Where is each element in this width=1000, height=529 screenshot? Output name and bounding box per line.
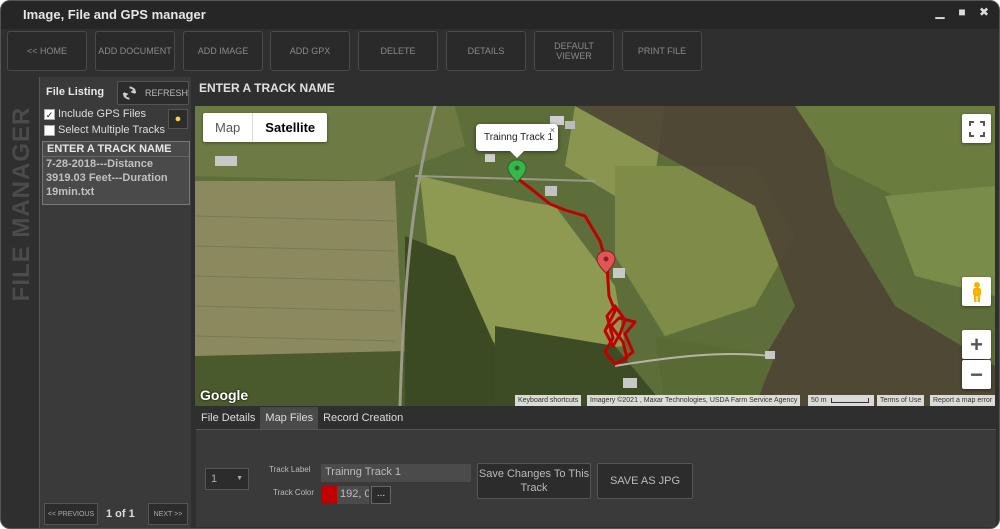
- info-close-icon[interactable]: ×: [550, 125, 555, 135]
- track-color-caption: Track Color: [273, 488, 315, 497]
- home-button[interactable]: << HOME: [7, 31, 87, 71]
- file-listing-sidebar: File Listing REFRESH ✓ Include GPS Files…: [39, 77, 192, 528]
- tab-record-creation[interactable]: Record Creation: [318, 407, 409, 429]
- track-color-swatch[interactable]: [321, 486, 337, 504]
- refresh-button[interactable]: REFRESH: [117, 81, 189, 105]
- save-changes-label-line2: Track: [520, 482, 548, 494]
- map-files-panel: 1 ▼ Track Label Trainng Track 1 Track Co…: [196, 429, 996, 527]
- google-logo: Google: [200, 387, 249, 403]
- maximize-icon[interactable]: ■: [953, 5, 971, 19]
- details-tabs: File Details Map Files Record Creation: [196, 407, 409, 429]
- page-select-value: 1: [211, 473, 218, 485]
- tab-file-details[interactable]: File Details: [196, 407, 261, 429]
- map-type-toggle: Map Satellite: [203, 113, 328, 142]
- track-label-caption: Track Label: [269, 465, 311, 474]
- track-info-window: Trainng Track 1 ×: [476, 124, 558, 158]
- select-multiple-label: Select Multiple Tracks: [58, 124, 165, 136]
- default-viewer-button[interactable]: DEFAULT VIEWER: [534, 31, 614, 71]
- details-button[interactable]: DETAILS: [446, 31, 526, 71]
- refresh-icon: [122, 86, 137, 100]
- pager: << PREVIOUS 1 of 1 NEXT >>: [40, 501, 192, 528]
- street-view-pegman-icon[interactable]: [962, 277, 991, 306]
- map-scale-label: 50 m: [811, 397, 827, 404]
- minimize-icon[interactable]: ▁: [931, 5, 949, 19]
- chevron-down-icon: ▼: [236, 475, 243, 482]
- close-icon[interactable]: ✖: [975, 5, 993, 19]
- window-title: Image, File and GPS manager: [23, 7, 206, 22]
- file-listing-title: File Listing: [46, 86, 105, 98]
- page-select[interactable]: 1 ▼: [205, 468, 249, 490]
- save-changes-button[interactable]: Save Changes To This Track: [477, 463, 591, 499]
- title-bar: Image, File and GPS manager ▁ ■ ✖: [1, 1, 999, 29]
- fullscreen-icon[interactable]: [962, 114, 991, 143]
- terms-of-use-link[interactable]: Terms of Use: [877, 395, 925, 406]
- add-document-button[interactable]: ADD DOCUMENT: [95, 31, 175, 71]
- keyboard-shortcuts-link[interactable]: Keyboard shortcuts: [515, 395, 582, 406]
- zoom-in-button[interactable]: +: [962, 330, 991, 359]
- color-picker-button[interactable]: ...: [371, 486, 391, 504]
- file-list-header[interactable]: ENTER A TRACK NAME: [43, 142, 189, 156]
- page-indicator: 1 of 1: [106, 508, 135, 520]
- info-window-text: Trainng Track 1: [484, 132, 554, 143]
- map-imagery[interactable]: [195, 106, 995, 406]
- zoom-out-button[interactable]: −: [962, 360, 991, 389]
- report-map-error-link[interactable]: Report a map error: [930, 395, 995, 406]
- main-panel: ENTER A TRACK NAME Map Satellite Trainng…: [194, 77, 998, 528]
- previous-page-button[interactable]: << PREVIOUS: [44, 503, 98, 525]
- file-manager-side-label: FILE MANAGER: [7, 89, 37, 319]
- track-label-input[interactable]: Trainng Track 1: [321, 464, 471, 482]
- add-gpx-button[interactable]: ADD GPX: [270, 31, 350, 71]
- list-item-line: 19min.txt: [46, 186, 95, 198]
- list-item-line: 7-28-2018---Distance: [46, 158, 153, 170]
- save-as-jpg-button[interactable]: SAVE AS JPG: [597, 463, 693, 499]
- toolbar: << HOME ADD DOCUMENT ADD IMAGE ADD GPX D…: [1, 29, 999, 73]
- tab-map-files[interactable]: Map Files: [260, 407, 319, 429]
- save-changes-label-line1: Save Changes To This: [478, 468, 590, 480]
- refresh-label: REFRESH: [144, 88, 188, 98]
- list-item[interactable]: 7-28-2018---Distance 3919.03 Feet---Dura…: [43, 156, 189, 199]
- map-scale[interactable]: 50 m: [808, 395, 874, 406]
- satellite-map[interactable]: Map Satellite Trainng Track 1 × + − Goog…: [195, 106, 995, 406]
- track-name-header: ENTER A TRACK NAME: [199, 81, 335, 95]
- default-viewer-label-line2: VIEWER: [556, 51, 592, 61]
- track-color-input[interactable]: 192, 0, 0: [337, 486, 369, 504]
- next-page-button[interactable]: NEXT >>: [148, 503, 188, 525]
- side-label-text: FILE MANAGER: [8, 106, 35, 302]
- delete-button[interactable]: DELETE: [358, 31, 438, 71]
- scale-bar: [830, 397, 869, 403]
- app-window: Image, File and GPS manager ▁ ■ ✖ << HOM…: [0, 0, 1000, 529]
- map-type-satellite-button[interactable]: Satellite: [252, 113, 327, 142]
- include-gps-check-icon[interactable]: ✓: [44, 108, 55, 120]
- select-multiple-checkbox[interactable]: Select Multiple Tracks: [44, 124, 165, 136]
- list-item-line: 3919.03 Feet---Duration: [46, 172, 168, 184]
- map-type-map-button[interactable]: Map: [203, 113, 252, 142]
- select-multiple-check-box[interactable]: [44, 124, 55, 136]
- add-image-button[interactable]: ADD IMAGE: [183, 31, 263, 71]
- include-gps-checkbox[interactable]: ✓ Include GPS Files: [44, 108, 146, 120]
- lightbulb-icon[interactable]: ●: [168, 109, 188, 129]
- default-viewer-label-line1: DEFAULT: [554, 41, 594, 51]
- file-list[interactable]: ENTER A TRACK NAME 7-28-2018---Distance …: [42, 141, 190, 205]
- include-gps-label: Include GPS Files: [58, 108, 147, 120]
- print-file-button[interactable]: PRINT FILE: [622, 31, 702, 71]
- imagery-attribution: Imagery ©2021 , Maxar Technologies, USDA…: [587, 395, 801, 406]
